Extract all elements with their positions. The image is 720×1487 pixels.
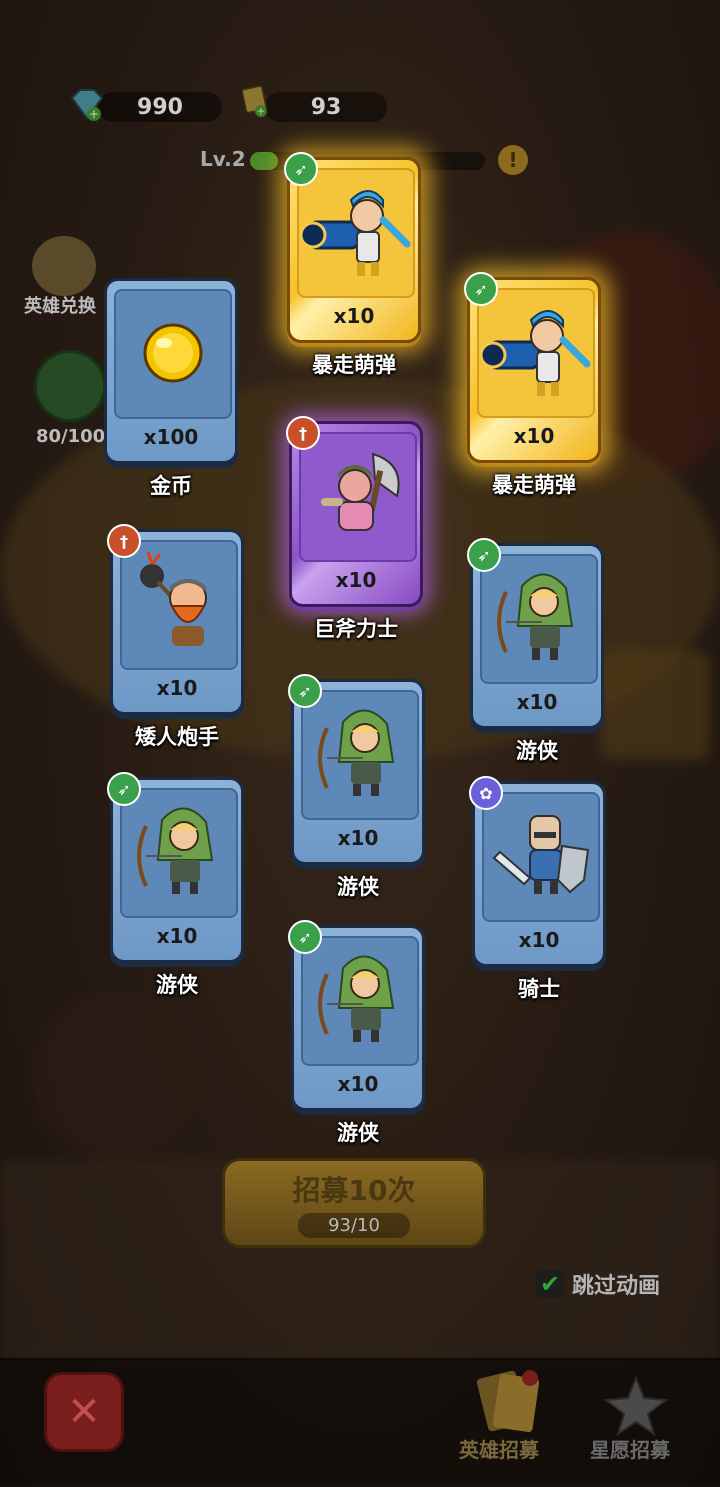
gems-value: 990	[137, 94, 183, 120]
skip-animation-label: 跳过动画	[572, 1274, 661, 1299]
card-quantity: x10	[516, 690, 558, 714]
card-quantity: x10	[337, 1072, 379, 1096]
card-quantity: x10	[518, 928, 560, 952]
card-hero-name: 游侠	[337, 875, 379, 899]
tab-hero-recruit[interactable]: 英雄招募	[459, 1434, 539, 1463]
player-level: Lv.2	[200, 147, 246, 171]
warrior-class-icon: †	[107, 524, 141, 558]
card-hero-name: 游侠	[156, 973, 198, 997]
recruit-ticket-count: 93/10	[298, 1213, 410, 1238]
archer-portrait	[301, 936, 419, 1066]
card-quantity: x100	[143, 425, 199, 449]
gem-icon: +	[70, 89, 104, 121]
ranger-class-icon: ➶	[288, 920, 322, 954]
card-quantity: x10	[513, 424, 555, 448]
archer-portrait	[480, 554, 598, 684]
card-hero-name: 暴走萌弹	[492, 473, 576, 497]
recruit-10-button[interactable]: 招募10次 93/10	[222, 1158, 486, 1248]
ranger-class-icon: ➶	[464, 272, 498, 306]
ranger-class-icon: ➶	[284, 152, 318, 186]
ranger-class-icon: ➶	[288, 674, 322, 708]
hero-card[interactable]: x10 ✿	[469, 776, 606, 967]
gems-counter[interactable]: 990	[98, 92, 222, 122]
star-wish-icon	[603, 1375, 669, 1437]
hero-card[interactable]: x10 †	[107, 524, 244, 715]
ranger-class-icon: ➶	[467, 538, 501, 572]
card-hero-name: 金币	[150, 474, 192, 498]
dwarf-portrait	[120, 540, 238, 670]
hero-card[interactable]: x10 ➶	[288, 674, 425, 865]
tickets-counter[interactable]: 93	[265, 92, 387, 122]
hero-card[interactable]: x10 ➶	[467, 538, 604, 729]
card-hero-name: 暴走萌弹	[312, 353, 396, 377]
level-progress-fill	[250, 152, 279, 170]
hero-card[interactable]: x10 ➶	[288, 920, 425, 1111]
card-hero-name: 矮人炮手	[135, 725, 219, 749]
hero-card[interactable]: x10 †	[286, 416, 423, 607]
tank-class-icon: ✿	[469, 776, 503, 810]
hero-exchange-icon[interactable]	[32, 236, 96, 296]
close-button[interactable]: ✕	[44, 1372, 124, 1452]
card-hero-name: 游侠	[516, 739, 558, 763]
tab-star-wish-recruit[interactable]: 星愿招募	[590, 1434, 670, 1463]
hero-card[interactable]: x100	[104, 278, 238, 464]
hero-card[interactable]: x10 ➶	[284, 152, 421, 343]
card-quantity: x10	[333, 304, 375, 328]
skip-animation-toggle[interactable]: ✔ 跳过动画	[536, 1268, 660, 1300]
card-quantity: x10	[156, 676, 198, 700]
gunner-portrait	[297, 168, 415, 298]
tickets-value: 93	[310, 94, 342, 120]
card-hero-name: 骑士	[518, 977, 560, 1001]
hero-exchange-label: 英雄兑换	[24, 296, 96, 317]
archer-portrait	[120, 788, 238, 918]
card-quantity: x10	[337, 826, 379, 850]
star-shard-icon[interactable]	[34, 350, 106, 422]
ranger-class-icon: ➶	[107, 772, 141, 806]
gunner-portrait	[477, 288, 595, 418]
ticket-icon: +	[241, 85, 267, 118]
archer-portrait	[301, 690, 419, 820]
warrior-class-icon: †	[286, 416, 320, 450]
card-quantity: x10	[156, 924, 198, 948]
knight-portrait	[482, 792, 600, 922]
star-shard-progress: 80/100	[36, 426, 106, 447]
hero-card[interactable]: x10 ➶	[464, 272, 601, 463]
hero-card[interactable]: x10 ➶	[107, 772, 244, 963]
card-hero-name: 巨斧力士	[314, 617, 398, 641]
coin-portrait	[114, 289, 232, 419]
card-hero-name: 游侠	[337, 1121, 379, 1145]
axe-portrait	[299, 432, 417, 562]
alert-icon[interactable]: !	[498, 145, 528, 175]
svg-text:+: +	[257, 107, 266, 118]
checkbox-icon[interactable]: ✔	[536, 1270, 564, 1298]
svg-text:+: +	[89, 107, 99, 121]
recruit-10-label: 招募10次	[292, 1174, 416, 1207]
close-icon: ✕	[67, 1389, 101, 1435]
card-quantity: x10	[335, 568, 377, 592]
hero-recruit-icon	[476, 1370, 540, 1433]
